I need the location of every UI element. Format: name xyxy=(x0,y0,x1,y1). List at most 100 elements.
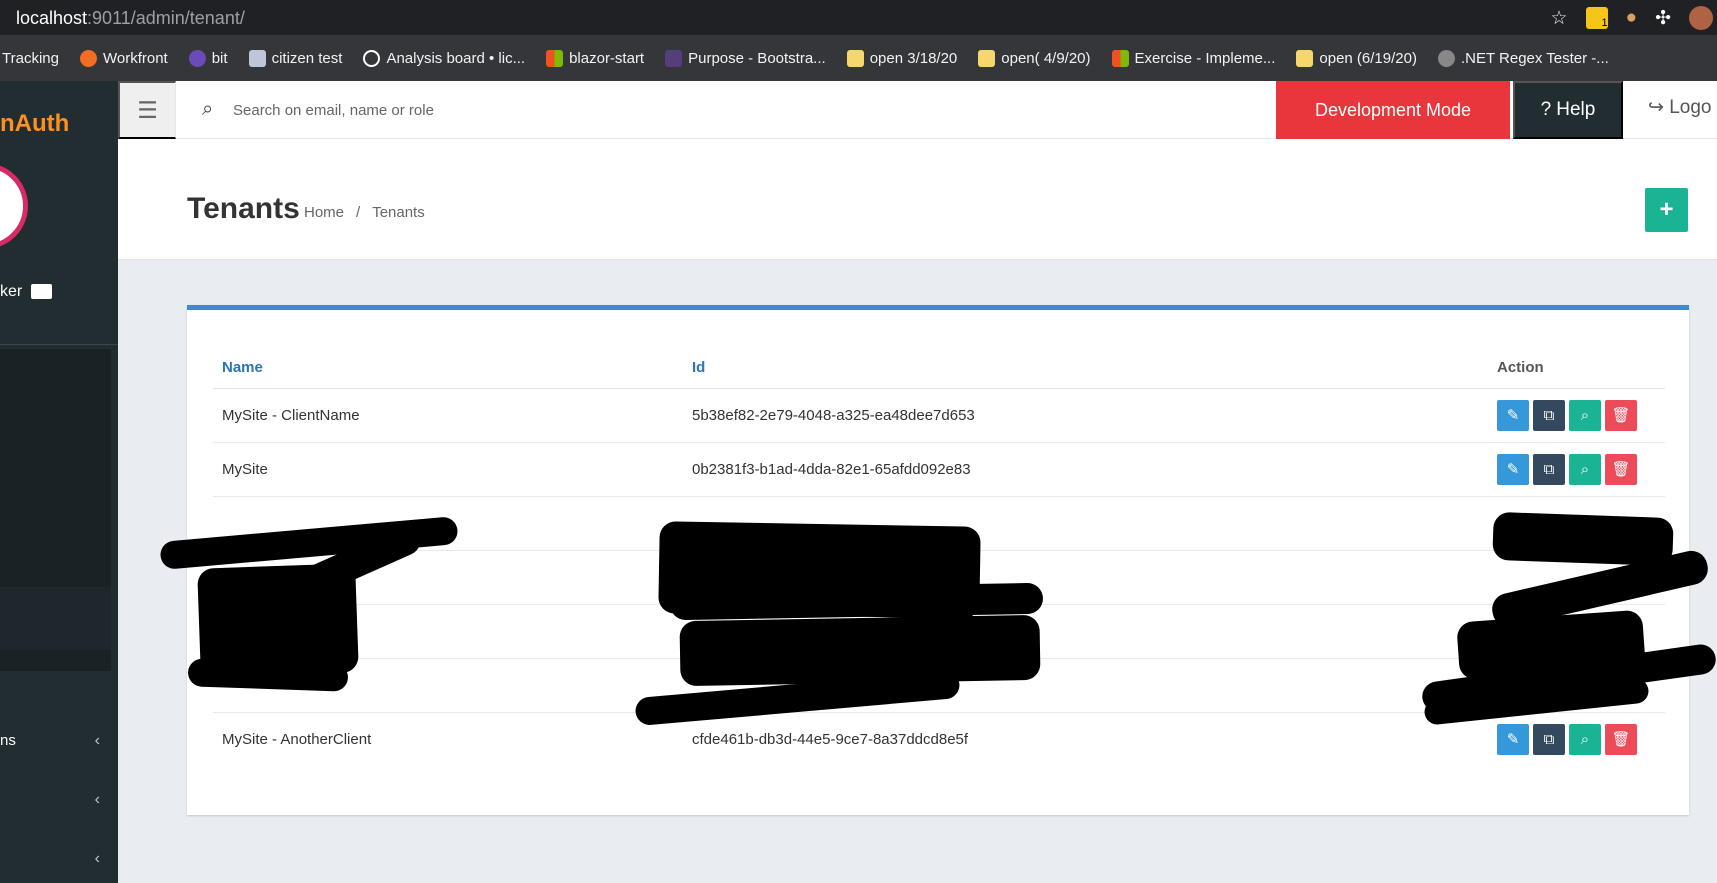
table-header-row: Name Id Action xyxy=(213,348,1665,389)
trash-icon[interactable]: 🗑 xyxy=(1605,723,1637,755)
browser-url[interactable]: localhost:9011/admin/tenant/ xyxy=(16,8,245,29)
app-title-right: Auth xyxy=(14,110,70,137)
tenant-id: 0b2381f3-b1ad-4dda-82e1-65afdd092e83 xyxy=(683,442,1497,497)
profile-avatar-icon[interactable] xyxy=(1689,6,1713,30)
puzzle-icon[interactable]: ✣ xyxy=(1655,7,1671,30)
breadcrumb: Home / Tenants xyxy=(304,204,425,221)
logout-button[interactable]: ↪ Logo xyxy=(1648,96,1711,119)
bookmark-workfront[interactable]: Workfront xyxy=(79,49,168,67)
bookmark-purpose-bootstrap[interactable]: Purpose - Bootstra... xyxy=(665,49,826,67)
trash-icon[interactable]: 🗑 xyxy=(1605,453,1637,485)
bookmark-open-3-18-20[interactable]: open 3/18/20 xyxy=(846,49,958,67)
note-icon xyxy=(1296,49,1314,67)
trash-icon[interactable]: 🗑 xyxy=(1605,399,1637,431)
sidebar-item-label: ns xyxy=(0,732,16,749)
bookmark-label: citizen test xyxy=(271,49,343,67)
checkbox-icon xyxy=(248,49,266,67)
bookmark-open-4-9-20[interactable]: open( 4/9/20) xyxy=(978,49,1091,67)
search-icon[interactable]: ⌕ xyxy=(1569,399,1601,431)
tenant-name: MySite - ClientName xyxy=(213,388,683,443)
extension-badge-icon[interactable]: 1 xyxy=(1585,7,1608,29)
bookmark-blazor-start[interactable]: blazor-start xyxy=(546,49,645,67)
chevron-left-icon: ‹ xyxy=(94,850,100,867)
bookmark-analysis-board[interactable]: Analysis board • lic... xyxy=(363,49,526,67)
bookmark-label: Workfront xyxy=(102,49,168,67)
bookmark-label: bit xyxy=(211,49,228,67)
left-sidebar: nAuth ker ns ‹ ‹ ‹ xyxy=(0,81,118,883)
bookmarks-bar: Tracking Workfront bit citizen test Anal… xyxy=(0,35,1717,81)
microsoft-icon xyxy=(1111,49,1129,67)
sidebar-divider xyxy=(0,344,118,345)
bookmark-label: open (6/19/20) xyxy=(1319,49,1417,67)
row-actions: ✎ ⧉ ⌕ 🗑 xyxy=(1497,442,1665,497)
edit-icon[interactable]: ✎ xyxy=(1497,399,1529,431)
chevron-left-icon: ‹ xyxy=(94,732,100,749)
sidebar-item[interactable]: ns ‹ xyxy=(0,732,100,749)
cookie-icon[interactable]: ● xyxy=(1626,7,1637,29)
breadcrumb-separator: / xyxy=(356,204,361,221)
logout-label: Logo xyxy=(1669,97,1712,118)
table-row: MySite 0b2381f3-b1ad-4dda-82e1-65afdd092e… xyxy=(213,442,1665,497)
bookmark-label: open( 4/9/20) xyxy=(1001,49,1091,67)
top-navigation-bar: ☰ ⌕ Development Mode ?Help ↪ Logo xyxy=(118,81,1717,139)
row-actions: ✎ ⧉ ⌕ 🗑 xyxy=(1497,388,1665,443)
chevron-left-icon: ‹ xyxy=(94,791,100,808)
url-host: localhost xyxy=(16,8,88,28)
tenant-name: MySite - AnotherClient xyxy=(222,730,372,748)
bookmark-bit[interactable]: bit xyxy=(188,49,228,67)
lichess-icon xyxy=(363,49,381,67)
name-column-header[interactable]: Name xyxy=(213,348,683,389)
breadcrumb-home[interactable]: Home xyxy=(304,204,344,221)
development-mode-badge: Development Mode xyxy=(1276,81,1510,139)
page-title: Tenants xyxy=(187,192,300,225)
help-button[interactable]: ? Help xyxy=(1513,81,1623,139)
tenant-id: 5b38ef82-2e79-4048-a325-ea48dee7d653 xyxy=(683,388,1497,443)
bookmark-star-icon[interactable]: ☆ xyxy=(1551,7,1568,30)
note-icon xyxy=(978,49,996,67)
copy-icon[interactable]: ⧉ xyxy=(1533,399,1565,431)
help-icon: ? xyxy=(1540,99,1552,120)
id-column-header[interactable]: Id xyxy=(683,348,1497,389)
logout-icon: ↪ xyxy=(1648,97,1670,118)
row-actions: ✎ ⧉ ⌕ 🗑 xyxy=(1497,712,1665,766)
microsoft-icon xyxy=(546,49,564,67)
bookmark-label: Exercise - Impleme... xyxy=(1134,49,1276,67)
bookmark-open-6-19-20[interactable]: open (6/19/20) xyxy=(1296,49,1417,67)
bookmark-tracking[interactable]: Tracking xyxy=(2,50,59,67)
bookmark-label: open 3/18/20 xyxy=(869,49,958,67)
bookmark-label: Tracking xyxy=(2,49,59,67)
sidebar-active-item[interactable] xyxy=(0,587,111,650)
bookmark-regex-tester[interactable]: .NET Regex Tester -... xyxy=(1437,49,1609,67)
browser-address-bar[interactable]: localhost:9011/admin/tenant/ ☆ 1 ● ✣ xyxy=(0,0,1717,35)
id-card-icon[interactable] xyxy=(31,284,52,299)
edit-icon[interactable]: ✎ xyxy=(1497,723,1529,755)
bookmark-label: Purpose - Bootstra... xyxy=(688,49,826,67)
tenant-name: MySite xyxy=(213,442,683,497)
bookmark-citizen-test[interactable]: citizen test xyxy=(248,49,343,67)
bit-icon xyxy=(188,49,206,67)
copy-icon[interactable]: ⧉ xyxy=(1533,723,1565,755)
bookmark-exercise[interactable]: Exercise - Impleme... xyxy=(1111,49,1276,67)
edit-icon[interactable]: ✎ xyxy=(1497,453,1529,485)
brand-logo-icon xyxy=(0,163,28,249)
menu-toggle-icon[interactable]: ☰ xyxy=(118,81,176,139)
search-icon: ⌕ xyxy=(202,98,214,120)
bookmark-label: blazor-start xyxy=(569,49,645,67)
tenant-id: cfde461b-db3d-44e5-9ce7-8a37ddcd8e5f xyxy=(692,730,969,748)
copy-icon[interactable]: ⧉ xyxy=(1533,453,1565,485)
url-path: :9011/admin/tenant/ xyxy=(87,8,245,28)
note-icon xyxy=(846,49,864,67)
bookmark-label: .NET Regex Tester -... xyxy=(1460,49,1609,67)
table-row: MySite - ClientName 5b38ef82-2e79-4048-a3… xyxy=(213,388,1665,443)
bootstrap-icon xyxy=(665,49,683,67)
bookmark-label: Analysis board • lic... xyxy=(386,49,526,67)
lightning-icon xyxy=(1437,49,1455,67)
search-icon[interactable]: ⌕ xyxy=(1569,453,1601,485)
app-title: nAuth xyxy=(0,110,69,138)
user-name: ker xyxy=(0,283,23,300)
search-icon[interactable]: ⌕ xyxy=(1569,723,1601,755)
add-tenant-button[interactable]: + xyxy=(1645,188,1688,232)
app-title-left: n xyxy=(0,110,15,137)
search-input[interactable] xyxy=(233,95,753,126)
page-header: Tenants Home / Tenants + xyxy=(118,139,1717,260)
